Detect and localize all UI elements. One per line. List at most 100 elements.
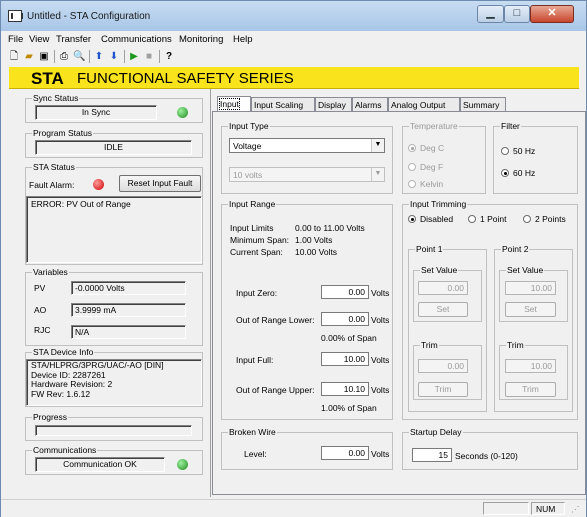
stop-icon[interactable]: ■ [143, 50, 155, 63]
reset-input-fault-button[interactable]: Reset Input Fault [119, 175, 201, 192]
resize-grip-icon[interactable]: ⋰ [571, 504, 580, 515]
maximize-button[interactable]: □ [504, 5, 530, 23]
radio-trim-1-point[interactable] [468, 215, 476, 223]
startup-delay-field[interactable]: 15 [412, 448, 452, 462]
temperature-label: Temperature [409, 121, 459, 131]
fault-alarm-led-icon [93, 179, 104, 190]
point-2-set-field: 10.00 [505, 281, 556, 295]
tab-input-scaling[interactable]: Input Scaling [251, 97, 315, 111]
download-arrow-icon[interactable]: ⬇ [108, 50, 120, 63]
banner-series: FUNCTIONAL SAFETY SERIES [77, 70, 294, 87]
program-status-value: IDLE [35, 140, 192, 155]
oor-upper-percent: 1.00% of Span [321, 403, 377, 413]
tab-alarms[interactable]: Alarms [352, 97, 388, 111]
min-span-value: 1.00 Volts [295, 235, 333, 245]
broken-wire-level-field[interactable]: 0.00 [321, 446, 369, 460]
trim-disabled-label: Disabled [420, 214, 454, 224]
min-span-label: Minimum Span: [230, 235, 290, 245]
radio-60hz[interactable] [501, 169, 509, 177]
variable-pv-label: PV [34, 283, 46, 293]
input-range-select: 10 volts ▼ [229, 167, 385, 182]
point-1-set-field: 0.00 [418, 281, 468, 295]
banner-brand: STA [31, 69, 64, 88]
sync-status-value: In Sync [35, 105, 157, 120]
status-message: ERROR: PV Out of Range [26, 196, 202, 263]
variable-ao-label: AO [34, 305, 47, 315]
title-bar[interactable]: Untitled - STA Configuration ▁ □ ✕ [1, 1, 586, 31]
menu-bar: File View Transfer Communications Monito… [1, 31, 586, 48]
device-info-label: STA Device Info [32, 347, 95, 357]
filter-group: Filter [493, 121, 578, 194]
input-range-select-value: 10 volts [233, 170, 263, 180]
progress-label: Progress [32, 412, 69, 422]
toolbar-separator [89, 50, 90, 63]
current-span-label: Current Span: [230, 247, 283, 257]
radio-deg-f [408, 163, 416, 171]
menu-file[interactable]: File [8, 34, 23, 45]
tab-analog-output[interactable]: Analog Output [388, 97, 460, 111]
minimize-button[interactable]: ▁ [477, 5, 504, 23]
point-1-set-label: Set Value [420, 265, 459, 275]
point-2-label: Point 2 [501, 244, 530, 254]
point-2-set-label: Set Value [506, 265, 545, 275]
tab-display[interactable]: Display [315, 97, 352, 111]
deg-f-label: Deg F [420, 162, 444, 172]
current-span-value: 10.00 Volts [295, 247, 338, 257]
chevron-down-icon: ▼ [371, 139, 384, 152]
play-icon[interactable]: ▶ [128, 50, 140, 63]
startup-delay-unit: Seconds (0-120) [455, 451, 518, 461]
point-2-trim-button: Trim [505, 382, 556, 397]
oor-lower-field[interactable]: 0.00 [321, 312, 369, 326]
menu-communications[interactable]: Communications [101, 34, 172, 45]
input-zero-field[interactable]: 0.00 [321, 285, 369, 299]
application-window: Untitled - STA Configuration ▁ □ ✕ File … [0, 0, 587, 517]
communications-label: Communications [32, 445, 98, 455]
variables-label: Variables [32, 267, 69, 277]
toolbar: 🗋 ▰ ▣ ⎙ 🔍 ⬆ ⬇ ▶ ■ ? [1, 48, 586, 66]
radio-kelvin [408, 180, 416, 188]
save-disk-icon[interactable]: ▣ [38, 50, 50, 63]
sta-status-label: STA Status [32, 162, 76, 172]
point-2-set-button: Set [505, 302, 556, 317]
window-title: Untitled - STA Configuration [27, 11, 151, 22]
broken-wire-level-label: Level: [244, 449, 267, 459]
close-button[interactable]: ✕ [530, 5, 574, 23]
kelvin-label: Kelvin [420, 179, 444, 189]
60hz-label: 60 Hz [513, 168, 536, 178]
oor-upper-field[interactable]: 10.10 [321, 382, 369, 396]
broken-wire-unit: Volts [371, 449, 390, 459]
sync-led-icon [177, 107, 188, 118]
radio-trim-disabled[interactable] [408, 215, 416, 223]
communications-value: Communication OK [35, 457, 165, 472]
menu-view[interactable]: View [29, 34, 49, 45]
menu-monitoring[interactable]: Monitoring [179, 34, 223, 45]
print-icon[interactable]: ⎙ [58, 50, 70, 63]
upload-arrow-icon[interactable]: ⬆ [93, 50, 105, 63]
num-lock-indicator: NUM [531, 502, 565, 515]
input-limits-label: Input Limits [230, 223, 274, 233]
tab-summary[interactable]: Summary [460, 97, 506, 111]
oor-lower-unit: Volts [371, 315, 390, 325]
open-folder-icon[interactable]: ▰ [23, 50, 35, 63]
trim-2-points-label: 2 Points [535, 214, 566, 224]
variable-pv-value: -0.0000 Volts [71, 281, 186, 295]
input-full-field[interactable]: 10.00 [321, 352, 369, 366]
product-banner: STA FUNCTIONAL SAFETY SERIES [9, 67, 579, 89]
help-icon[interactable]: ? [163, 50, 175, 63]
variable-rjc-value: N/A [71, 325, 186, 339]
menu-help[interactable]: Help [233, 34, 253, 45]
print-preview-icon[interactable]: 🔍 [73, 50, 85, 63]
menu-transfer[interactable]: Transfer [56, 34, 91, 45]
radio-50hz[interactable] [501, 147, 509, 155]
app-icon[interactable] [8, 10, 23, 22]
input-type-select[interactable]: Voltage ▼ [229, 138, 385, 153]
new-file-icon[interactable]: 🗋 [8, 50, 20, 63]
sync-status-label: Sync Status [32, 93, 80, 103]
point-1-trim-label: Trim [420, 340, 439, 350]
point-1-label: Point 1 [415, 244, 444, 254]
radio-trim-2-points[interactable] [523, 215, 531, 223]
input-tab-panel: Input Type Voltage ▼ 10 volts ▼ Temperat… [212, 111, 586, 495]
tab-input[interactable]: Input [217, 96, 251, 112]
input-full-label: Input Full: [236, 355, 274, 365]
point-1-trim-field: 0.00 [418, 359, 468, 373]
